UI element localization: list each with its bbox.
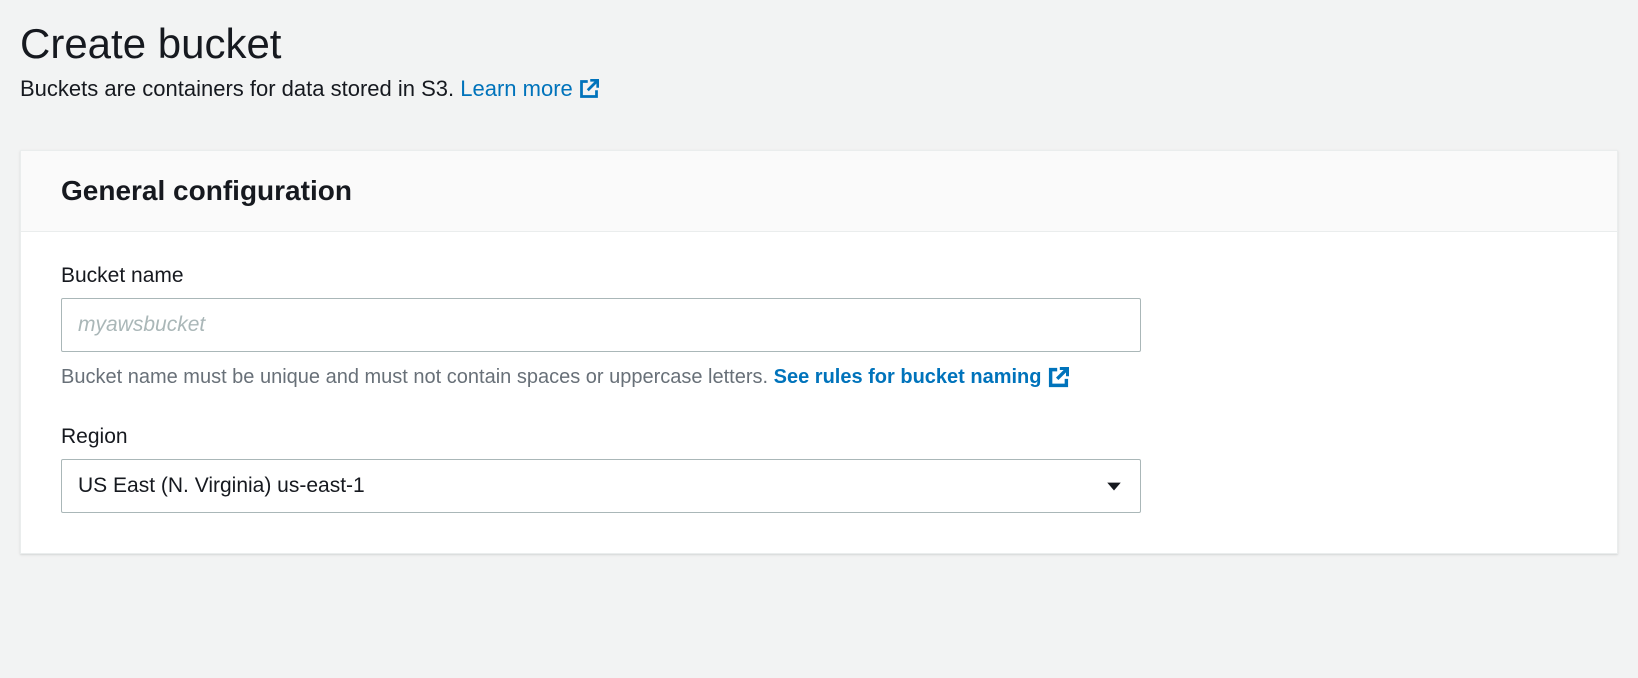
learn-more-link[interactable]: Learn more — [460, 76, 599, 102]
region-group: Region US East (N. Virginia) us-east-1 — [61, 425, 1577, 513]
panel-title: General configuration — [61, 175, 1577, 207]
region-select[interactable]: US East (N. Virginia) us-east-1 — [61, 459, 1141, 513]
page-title: Create bucket — [20, 20, 1618, 68]
subtitle-text: Buckets are containers for data stored i… — [20, 76, 460, 101]
bucket-name-input[interactable] — [61, 298, 1141, 352]
bucket-name-label: Bucket name — [61, 264, 1577, 288]
bucket-naming-rules-label: See rules for bucket naming — [774, 366, 1042, 389]
external-link-icon — [579, 79, 599, 99]
bucket-name-group: Bucket name Bucket name must be unique a… — [61, 264, 1577, 389]
external-link-icon — [1048, 367, 1069, 388]
panel-header: General configuration — [21, 151, 1617, 232]
region-select-wrapper[interactable]: US East (N. Virginia) us-east-1 — [61, 459, 1141, 513]
region-label: Region — [61, 425, 1577, 449]
learn-more-label: Learn more — [460, 76, 573, 102]
bucket-name-help-text: Bucket name must be unique and must not … — [61, 366, 774, 388]
page-subtitle: Buckets are containers for data stored i… — [20, 76, 1618, 102]
panel-body: Bucket name Bucket name must be unique a… — [21, 232, 1617, 553]
bucket-naming-rules-link[interactable]: See rules for bucket naming — [774, 366, 1069, 389]
region-selected-value: US East (N. Virginia) us-east-1 — [78, 474, 365, 498]
general-configuration-panel: General configuration Bucket name Bucket… — [20, 150, 1618, 554]
bucket-name-help: Bucket name must be unique and must not … — [61, 366, 1577, 389]
